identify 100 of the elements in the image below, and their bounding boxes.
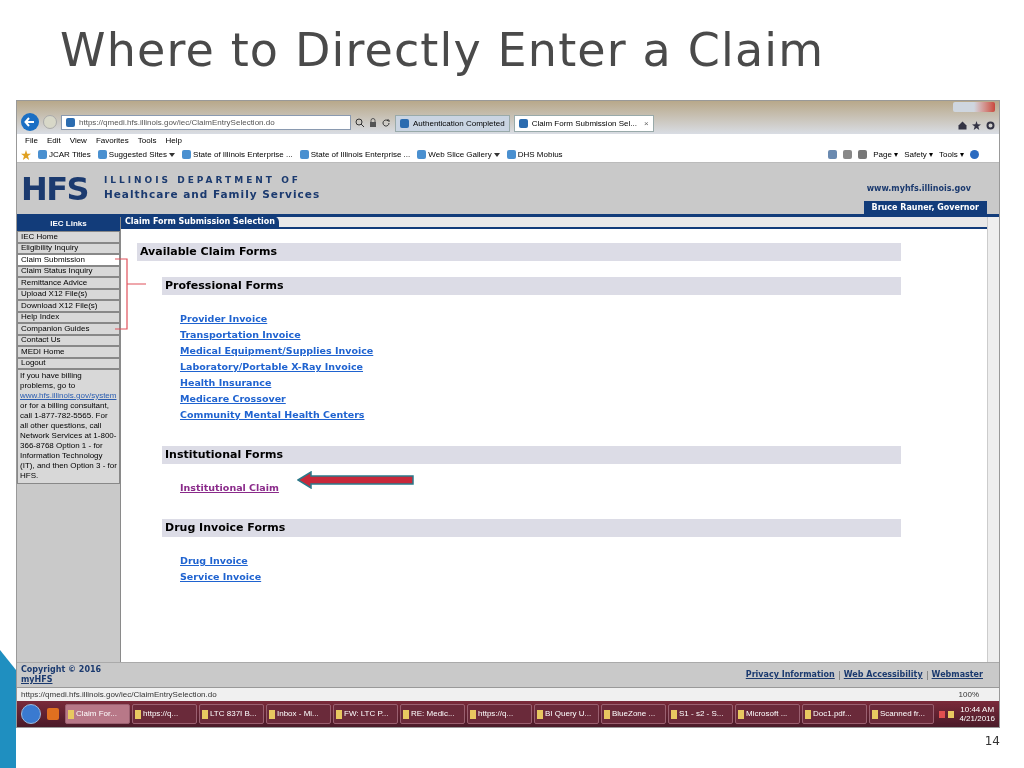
taskbar-button[interactable]: Doc1.pdf...: [802, 704, 867, 724]
app-icon: [738, 709, 744, 719]
sidebar-link[interactable]: Remittance Advice: [17, 277, 120, 289]
taskbar-button[interactable]: LTC 837I B...: [199, 704, 264, 724]
footer-link[interactable]: Web Accessibility: [843, 669, 923, 681]
taskbar-button[interactable]: BI Query U...: [534, 704, 599, 724]
favorite-link[interactable]: Suggested Sites: [108, 148, 176, 161]
app-icon: [537, 709, 543, 719]
command-menu[interactable]: Safety ▾: [904, 148, 934, 161]
lock-icon: [369, 118, 377, 128]
app-icon: [671, 709, 677, 719]
favorite-link[interactable]: JCAR Titles: [49, 148, 91, 161]
org-name: ILLINOIS DEPARTMENT OF: [103, 173, 302, 187]
status-url: https://qmedi.hfs.illinois.gov/iec/ClaimEntrySelection.do: [21, 688, 217, 701]
form-link[interactable]: Laboratory/Portable X-Ray Invoice: [180, 360, 363, 376]
taskbar-button[interactable]: https://q...: [132, 704, 197, 724]
taskbar-button[interactable]: FW: LTC P...: [333, 704, 398, 724]
footer-link[interactable]: myHFS: [21, 675, 102, 685]
sidebar-link[interactable]: Claim Submission: [17, 254, 120, 266]
caret-icon: [169, 152, 176, 157]
start-button[interactable]: [21, 704, 41, 724]
form-link[interactable]: Health Insurance: [180, 376, 272, 392]
form-link[interactable]: Service Invoice: [180, 570, 262, 586]
app-icon: [805, 709, 811, 719]
menu-item[interactable]: Tools: [137, 134, 157, 147]
app-icon: [872, 709, 878, 719]
caret-icon: [493, 152, 500, 157]
governor-banner: Bruce Rauner, Governor: [863, 201, 987, 214]
menu-item[interactable]: Edit: [46, 134, 61, 147]
form-link[interactable]: Provider Invoice: [180, 312, 268, 328]
site-icon: [518, 119, 528, 128]
form-link[interactable]: Medicare Crossover: [180, 392, 286, 408]
clock-time: 10:44 AM: [960, 705, 995, 714]
copyright: Copyright © 2016: [21, 665, 102, 675]
page-icon: [38, 150, 47, 159]
taskbar-button[interactable]: RE: Medic...: [400, 704, 465, 724]
back-button[interactable]: [21, 113, 39, 131]
taskbar-button[interactable]: Inbox - Mi...: [266, 704, 331, 724]
section-heading: Institutional Forms: [162, 446, 901, 464]
sidebar-link[interactable]: Companion Guides: [17, 323, 120, 335]
page-icon: [506, 150, 516, 159]
site-url: www.myhfs.illinois.gov: [866, 182, 971, 195]
site-icon: [66, 118, 75, 127]
browser-tab[interactable]: Claim Form Submission Sel... ×: [513, 115, 654, 132]
taskbar-button[interactable]: S1 - s2 - S...: [668, 704, 733, 724]
form-link[interactable]: Transportation Invoice: [180, 328, 301, 344]
section-heading: Professional Forms: [162, 277, 901, 295]
app-icon: [135, 709, 141, 719]
slide-number: 14: [984, 733, 1000, 750]
app-icon: [202, 709, 208, 719]
page-icon: [299, 150, 309, 159]
command-menu[interactable]: Tools ▾: [939, 148, 964, 161]
app-icon: [269, 709, 275, 719]
app-icon: [68, 709, 74, 719]
form-link[interactable]: Drug Invoice: [180, 554, 248, 570]
footer-link[interactable]: Privacy Information: [745, 669, 835, 681]
help-link[interactable]: www.hfs.illinois.gov/system: [20, 391, 117, 400]
sidebar-link[interactable]: IEC Home: [17, 231, 120, 243]
logo: HFS: [21, 172, 88, 205]
form-link[interactable]: Medical Equipment/Supplies Invoice: [180, 344, 374, 360]
help-text: If you have billing problems, go to www.hfs.illinois.gov/system or for a billing consultant, call 1-877-782-5565. For all other questions, call Network Services at 1-800-366-8768 Option 1 - for Information Technology (IT), and then Option 3 - for HFS.: [17, 369, 120, 484]
favorite-link[interactable]: State of Illinois Enterprise ...: [193, 148, 293, 161]
star-icon[interactable]: [21, 149, 31, 160]
help-icon[interactable]: [970, 150, 979, 159]
app-icon: [470, 709, 476, 719]
taskbar-button[interactable]: Scanned fr...: [869, 704, 934, 724]
refresh-icon[interactable]: [381, 118, 391, 128]
taskbar-button[interactable]: https://q...: [467, 704, 532, 724]
settings-icon[interactable]: [986, 121, 995, 130]
close-icon[interactable]: ×: [644, 117, 649, 130]
org-name: Healthcare and Family Services: [103, 187, 321, 203]
window-controls-icon[interactable]: [953, 102, 995, 112]
favorite-link[interactable]: Web Slice Gallery: [428, 148, 500, 161]
app-icon: [604, 709, 610, 719]
page-icon: [97, 150, 107, 159]
menu-item[interactable]: File: [25, 134, 38, 147]
sidebar-link[interactable]: MEDI Home: [17, 346, 120, 358]
sidebar-heading: IEC Links: [17, 217, 120, 231]
sidebar-link[interactable]: Download X12 File(s): [17, 300, 120, 312]
section-heading: Drug Invoice Forms: [162, 519, 901, 537]
menu-item[interactable]: Favorites: [95, 134, 129, 147]
star-icon[interactable]: [972, 121, 981, 130]
site-icon: [400, 119, 409, 128]
taskbar-button[interactable]: Microsoft ...: [735, 704, 800, 724]
footer-link[interactable]: Webmaster: [931, 669, 983, 681]
command-menu[interactable]: Page ▾: [873, 148, 899, 161]
menu-item[interactable]: Help: [165, 134, 182, 147]
form-link[interactable]: Community Mental Health Centers: [180, 408, 365, 424]
favorite-link[interactable]: State of Illinois Enterprise ...: [310, 148, 411, 161]
search-icon[interactable]: [355, 118, 365, 128]
menu-item[interactable]: View: [69, 134, 87, 147]
address-bar[interactable]: https://qmedi.hfs.illinois.gov/iec/ClaimEntrySelection.do: [61, 115, 351, 130]
slide-title: Where to Directly Enter a Claim: [60, 21, 825, 79]
form-link[interactable]: Institutional Claim: [180, 481, 279, 497]
browser-tab[interactable]: Authentication Completed: [395, 115, 510, 132]
taskbar-button[interactable]: BlueZone ...: [601, 704, 666, 724]
clock-date: 4/21/2016: [959, 714, 995, 723]
tray-icons[interactable]: [939, 709, 956, 719]
zoom-level[interactable]: 100%: [958, 688, 979, 701]
favorite-link[interactable]: DHS Mobius: [517, 148, 563, 161]
